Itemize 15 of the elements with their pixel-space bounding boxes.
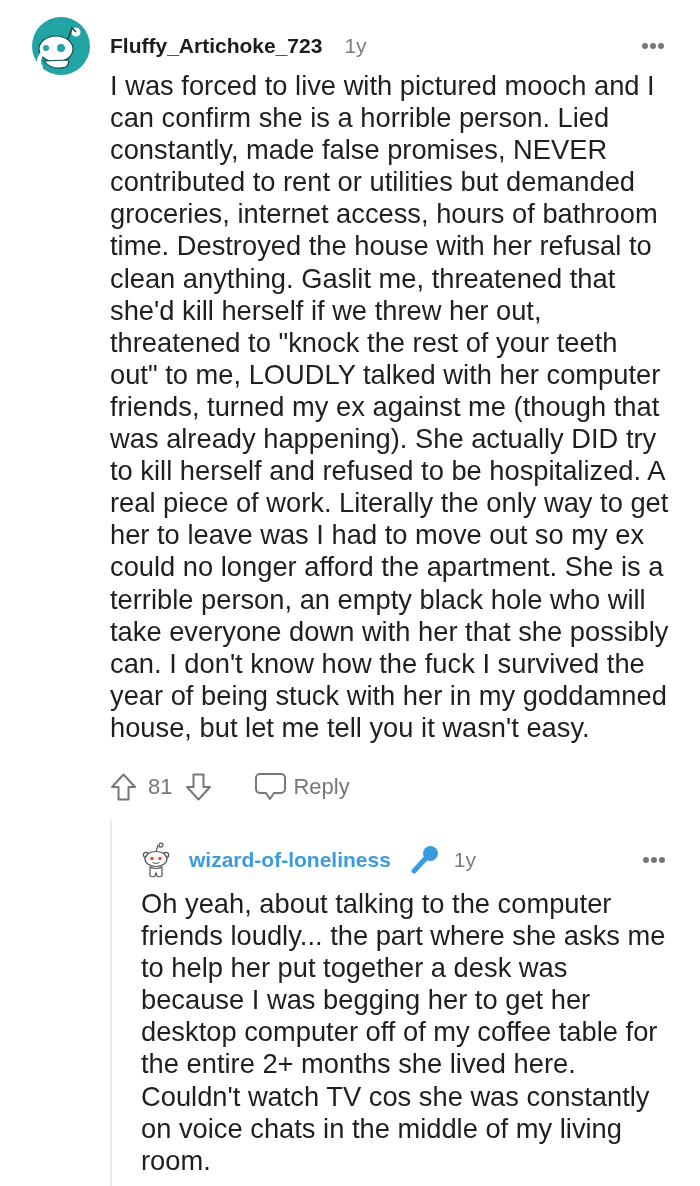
avatar-icon[interactable]	[142, 841, 170, 878]
speech-bubble-icon	[254, 771, 288, 802]
up-arrow-icon[interactable]	[110, 772, 137, 801]
username[interactable]: wizard-of-loneliness	[189, 846, 391, 873]
more-options-icon[interactable]	[643, 856, 665, 863]
username[interactable]: Fluffy_Artichoke_723	[110, 33, 323, 59]
comment-text: I was forced to live with pictured mooch and I can confirm she is a horrible person. Lied constantly, made false promises, NEVER contributed to rent or utilities but demanded groceries, internet access, hours of bathroom time. Destroyed the house with her refusal to clean anything. Gaslit me, threatened that she'd kill herself if we threw her out, threatened to "knock the rest of your teeth out" to me, LOUDLY talked with her computer friends, turned my ex against me (though that was already happening). She actually DID try to kill herself and refused to be hospitalized. A real piece of work. Literally the only way to get her to leave was I had to move out so my ex could no longer afford the apartment. She is a terrible person, an empty black hole who will take everyone down with her that she possibly can. I don't know how the fuck I survived the year of being stuck with her in my goddamned house, but let me tell you it wasn't easy.	[110, 70, 670, 744]
vote-count: 81	[148, 772, 173, 801]
comment-text: Oh yeah, about talking to the computer friends loudly... the part where she asks me to help her put together a desk was because I was begging her to get her desktop computer off of my coffee table for the entire 2+ months she lived here. Couldn't watch TV cos she was constantly on voice chats in the middle of my living room.	[141, 887, 667, 1177]
avatar-icon[interactable]	[32, 17, 90, 75]
more-options-icon[interactable]	[642, 43, 664, 49]
timestamp: 1y	[453, 846, 477, 873]
timestamp: 1y	[344, 33, 367, 59]
down-arrow-icon[interactable]	[185, 772, 213, 801]
reply-button[interactable]: Reply	[254, 771, 350, 802]
